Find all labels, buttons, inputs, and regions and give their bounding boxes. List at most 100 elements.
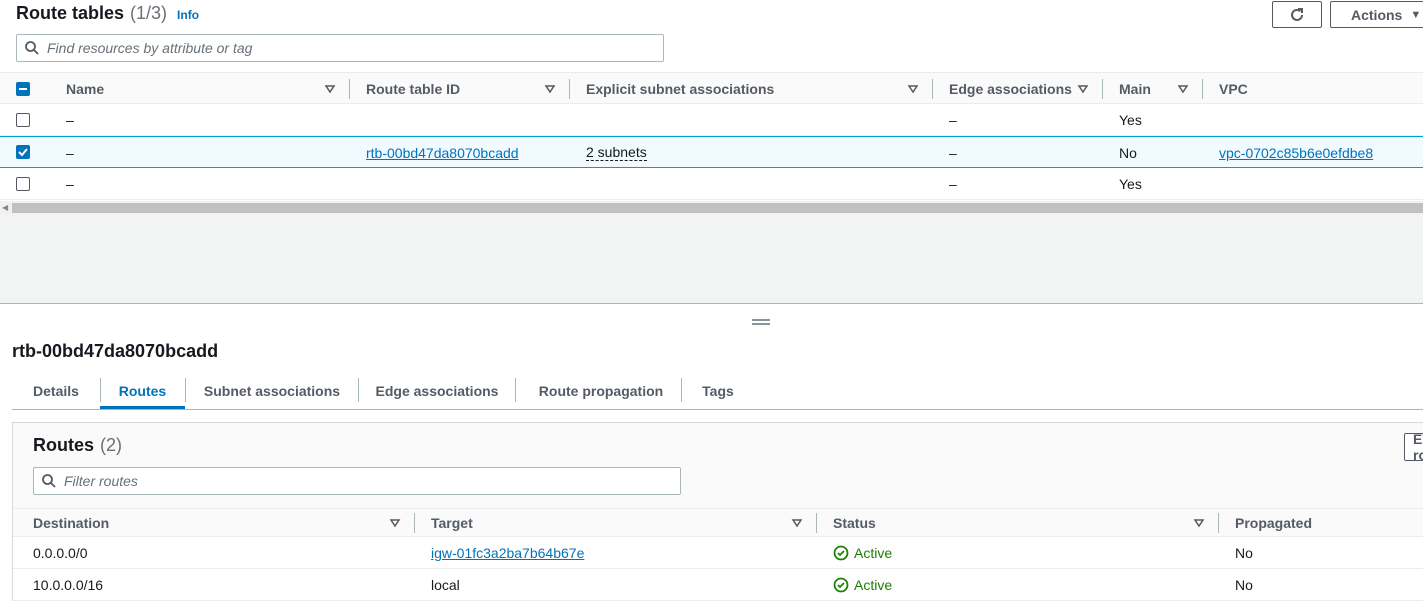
filter-routes-input[interactable] [64,473,624,489]
routes-card-header: Routes (2) Edit routes [13,423,1423,509]
subnets-popover-trigger[interactable]: 2 subnets [586,144,647,161]
cell-edge: – [949,111,957,128]
sort-icon[interactable] [389,517,401,529]
column-header-target[interactable]: Target [431,509,473,537]
tab-divider [515,378,516,402]
routes-table-header: Destination Target Status Propagated [13,508,1423,537]
status-indicator: Active [833,577,892,593]
scroll-left-arrow-icon[interactable]: ◀ [2,203,8,212]
row-checkbox[interactable] [16,113,30,127]
route-tables-panel: Route tables (1/3) Info Actions ▼ Name [0,0,1423,304]
column-header-propagated[interactable]: Propagated [1235,509,1312,537]
search-input[interactable] [47,40,607,56]
column-header-name[interactable]: Name [66,73,104,104]
sort-icon[interactable] [907,83,919,95]
cell-main: Yes [1119,111,1142,128]
table-header: Name Route table ID Explicit subnet asso… [0,72,1423,104]
routes-heading: Routes (2) [33,435,122,456]
sort-icon[interactable] [544,83,556,95]
cell-main: Yes [1119,175,1142,192]
detail-title: rtb-00bd47da8070bcadd [12,341,219,361]
column-header-status[interactable]: Status [833,509,876,537]
cell-target: local [431,576,460,593]
cell-destination: 0.0.0.0/0 [33,544,88,561]
route-table-id-link[interactable]: rtb-00bd47da8070bcadd [366,145,519,161]
route-row: 10.0.0.0/16 local Active No [13,569,1423,601]
tab-divider [185,378,186,402]
column-divider[interactable] [932,79,933,99]
route-row: 0.0.0.0/0 igw-01fc3a2ba7b64b67e Active N… [13,537,1423,569]
caret-down-icon: ▼ [1410,8,1422,21]
tab-tags[interactable]: Tags [686,372,750,409]
check-circle-icon [833,545,849,560]
cell-edge: – [949,144,957,161]
selection-count: (1/3) [130,3,168,23]
actions-button[interactable]: Actions ▼ [1330,1,1423,28]
info-link[interactable]: Info [177,8,199,22]
tab-subnet-associations[interactable]: Subnet associations [190,372,354,409]
column-header-main[interactable]: Main [1119,73,1151,104]
table-row[interactable]: – – Yes [0,104,1423,136]
status-text: Active [854,576,893,593]
cell-name: – [66,175,74,192]
tab-route-propagation[interactable]: Route propagation [520,372,682,409]
column-header-route-table-id[interactable]: Route table ID [366,73,460,104]
filter-routes-box[interactable] [33,467,681,495]
search-icon [25,41,39,55]
refresh-icon [1291,7,1303,21]
tab-divider [681,378,682,402]
routes-card: Routes (2) Edit routes Destination Targe… [12,422,1423,601]
status-text: Active [854,544,893,561]
cell-name: – [66,144,74,161]
refresh-button[interactable] [1272,1,1322,28]
sort-icon[interactable] [1177,83,1189,95]
page-header: Route tables (1/3) Info [16,3,199,25]
cell-main: No [1119,144,1137,161]
routes-title: Routes [33,435,95,455]
checkmark-icon [18,148,28,157]
select-all-checkbox[interactable] [16,82,30,96]
column-divider[interactable] [569,79,570,99]
table-row-selected[interactable]: – rtb-00bd47da8070bcadd 2 subnets – No v… [0,136,1423,168]
row-checkbox[interactable] [16,177,30,191]
actions-label: Actions [1351,6,1403,23]
tab-details[interactable]: Details [12,372,100,409]
route-tables-container: Route tables (1/3) Info Actions ▼ Name [0,0,1423,214]
sort-icon[interactable] [1193,517,1205,529]
target-igw-link[interactable]: igw-01fc3a2ba7b64b67e [431,545,584,561]
detail-tabs: Details Routes Subnet associations Edge … [12,372,1423,410]
search-icon [42,474,56,488]
tab-divider [358,378,359,402]
vpc-link[interactable]: vpc-0702c85b6e0efdbe8 [1219,145,1373,161]
routes-count: (2) [100,435,123,455]
cell-propagated: No [1235,576,1253,593]
check-circle-icon [833,577,849,592]
sort-icon[interactable] [1077,83,1089,95]
column-divider[interactable] [1102,79,1103,99]
sort-icon[interactable] [324,83,336,95]
status-indicator: Active [833,545,892,561]
split-panel-resize-handle[interactable] [752,319,770,326]
cell-name: – [66,111,74,128]
sort-icon[interactable] [791,517,803,529]
cell-destination: 10.0.0.0/16 [33,576,104,593]
column-divider[interactable] [816,513,817,533]
column-divider[interactable] [414,513,415,533]
tab-edge-associations[interactable]: Edge associations [362,372,512,409]
scrollbar-thumb[interactable] [12,203,1423,213]
column-header-destination[interactable]: Destination [33,509,109,537]
table-row[interactable]: – – Yes [0,168,1423,200]
column-header-vpc[interactable]: VPC [1219,73,1248,104]
search-box[interactable] [16,34,664,62]
horizontal-scrollbar[interactable]: ◀ [0,201,1423,214]
column-header-explicit-subnet[interactable]: Explicit subnet associations [586,73,774,104]
tab-routes[interactable]: Routes [100,372,185,409]
column-divider[interactable] [1202,79,1203,99]
cell-propagated: No [1235,544,1253,561]
column-divider[interactable] [349,79,350,99]
cell-edge: – [949,175,957,192]
column-header-edge-associations[interactable]: Edge associations [949,73,1072,104]
column-divider[interactable] [1218,513,1219,533]
row-checkbox-checked[interactable] [16,145,30,159]
edit-routes-button[interactable]: Edit routes [1404,433,1423,461]
